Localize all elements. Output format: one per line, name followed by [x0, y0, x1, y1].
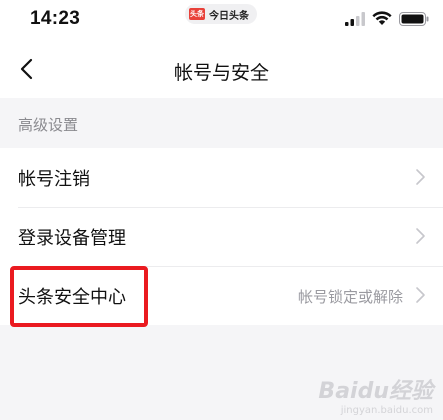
app-indicator[interactable]: 头条 今日头条 — [185, 4, 257, 24]
app-name: 今日头条 — [209, 10, 249, 22]
chevron-right-icon — [416, 228, 425, 244]
status-icons — [345, 11, 429, 26]
navigation-bar: 帐号与安全 — [0, 40, 443, 98]
watermark-text: Baidu经验 — [318, 379, 433, 404]
list-item-device-management[interactable]: 登录设备管理 — [0, 207, 443, 266]
status-time: 14:23 — [30, 8, 81, 29]
chevron-right-icon — [416, 287, 425, 303]
section-title: 高级设置 — [18, 116, 79, 134]
signal-icon — [345, 11, 365, 26]
chevron-right-icon — [416, 169, 425, 185]
page-title: 帐号与安全 — [173, 62, 269, 84]
section-header: 高级设置 — [0, 98, 443, 148]
watermark-url: jingyan.baidu.com — [340, 405, 433, 416]
list-item-account-deletion[interactable]: 帐号注销 — [0, 148, 443, 207]
row-label: 登录设备管理 — [18, 228, 126, 249]
watermark: Baidu经验 jingyan.baidu.com — [318, 373, 433, 416]
app-logo-icon: 头条 — [189, 8, 205, 20]
status-bar: 14:23 头条 今日头条 — [0, 0, 443, 40]
battery-icon — [399, 11, 429, 26]
highlight-annotation — [10, 266, 148, 327]
wifi-icon — [372, 11, 392, 25]
row-label: 帐号注销 — [18, 169, 90, 190]
row-value: 帐号锁定或解除 — [297, 288, 403, 306]
